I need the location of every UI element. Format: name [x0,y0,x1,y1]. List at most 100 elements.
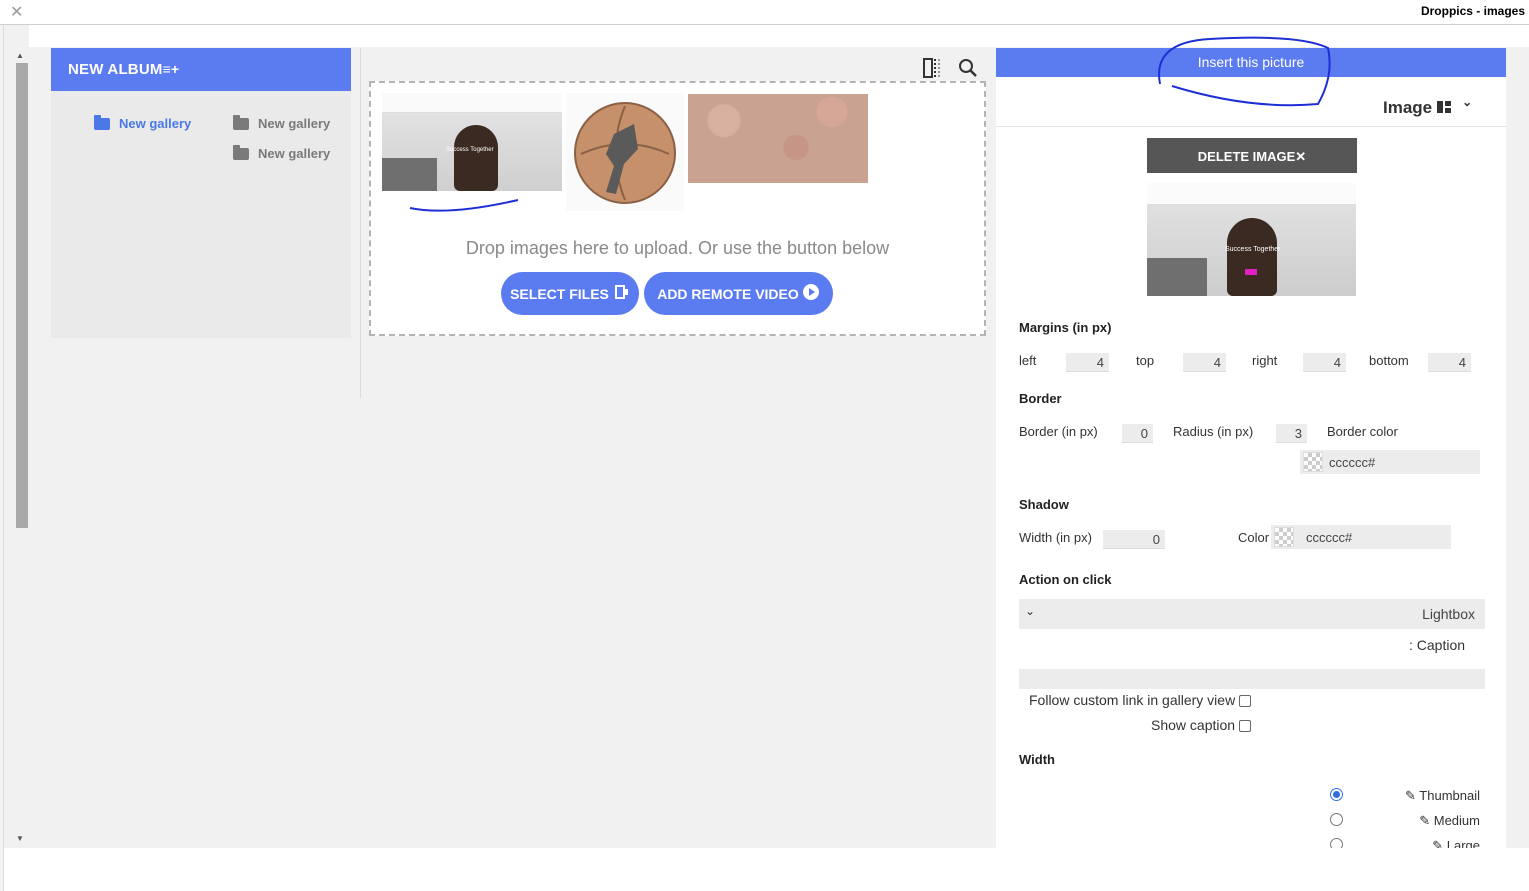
playlist-add-icon: ≡+ [162,61,180,77]
margin-top-label: top [1136,353,1155,368]
width-thumbnail-radio[interactable] [1330,788,1343,801]
pencil-icon[interactable]: ✎ [1405,788,1416,803]
border-width-label: Border (in px) [1019,424,1098,439]
preview-badge [1245,269,1257,275]
add-remote-video-button[interactable]: ADD REMOTE VIDEO [644,272,833,315]
folder-icon [94,114,110,130]
shadow-color-input[interactable]: cccccc# [1271,525,1451,549]
margin-left-label: left [1019,353,1037,368]
thumb-page-header [382,93,562,113]
shadow-width-input[interactable]: 0 [1103,530,1165,549]
border-color-input[interactable]: cccccc# [1300,450,1480,474]
select-files-label: SELECT FILES [510,285,609,302]
width-large-radio[interactable] [1330,838,1343,848]
scrollbar-thumb[interactable] [16,63,28,528]
preview-caption: Success Together [1225,246,1281,253]
color-swatch-icon[interactable] [1274,527,1294,547]
close-icon[interactable]: ✕ [10,2,23,22]
caption-input[interactable] [1019,669,1485,689]
delete-image-button[interactable]: DELETE IMAGE✕ [1147,138,1357,173]
follow-link-checkbox[interactable] [1239,695,1252,708]
new-album-label: NEW ALBUM [68,61,163,78]
width-option-label: Thumbnail [1419,788,1480,803]
preview-page-header [1147,183,1356,205]
folder-icon [233,144,249,160]
follow-link-label: Follow custom link in gallery view [1029,692,1236,708]
chevron-down-icon: ⌄ [1462,95,1473,109]
chevron-down-icon: ⌄ [1025,604,1036,618]
show-caption-label: Show caption [1151,717,1236,733]
border-radius-input[interactable]: 3 [1276,424,1307,443]
gallery-label: New gallery [258,146,331,161]
border-width-input[interactable]: 0 [1122,424,1153,443]
margins-title: Margins (in px) [1019,320,1112,335]
image-preview: Success Together [1147,183,1356,296]
search-icon[interactable] [957,57,979,84]
preview-person [1227,218,1277,296]
window-titlebar: ✕ Droppics - images [0,0,1529,25]
annotation-circle [1158,36,1331,107]
margin-top-input[interactable]: 4 [1183,353,1226,372]
border-title: Border [1019,391,1062,406]
image-section-header[interactable]: Image ⌄ [1383,95,1473,118]
pencil-icon[interactable]: ✎ [1432,838,1443,848]
image-header-label: Image [1383,98,1433,117]
split-view-icon[interactable] [922,57,944,84]
basketball-graphic [574,102,676,204]
close-icon: ✕ [1295,149,1307,164]
albums-panel [51,48,351,338]
margin-bottom-input[interactable]: 4 [1428,353,1471,372]
width-title: Width [1019,752,1055,767]
new-album-button[interactable]: NEW ALBUM≡+ [51,48,351,91]
width-large-option: ✎ Large [1380,838,1480,848]
shadow-color-label: Color [1238,530,1270,545]
show-caption-checkbox[interactable] [1239,720,1252,733]
width-option-label: Large [1446,838,1480,848]
color-swatch-icon[interactable] [1303,452,1323,472]
scroll-up-arrow[interactable]: ▲ [16,51,24,60]
gallery-label: New gallery [258,116,331,131]
action-selected-value: Lightbox [1422,606,1475,622]
gallery-item-active[interactable]: New gallery [94,114,192,131]
gallery-label: New gallery [119,116,192,131]
action-title: Action on click [1019,572,1112,587]
width-medium-option: ✎ Medium [1380,813,1480,829]
column-divider [360,48,361,398]
follow-link-row: Follow custom link in gallery view [1029,692,1252,708]
border-color-label: Border color [1327,424,1398,439]
border-color-value: cccccc# [1329,454,1376,470]
scroll-down-arrow[interactable]: ▼ [16,834,24,843]
width-option-label: Medium [1433,813,1480,828]
width-thumbnail-option: ✎ Thumbnail [1380,788,1480,804]
pencil-icon[interactable]: ✎ [1419,813,1430,828]
image-thumbnail-peanuts[interactable] [688,94,868,183]
image-thumbnail-woman[interactable]: Success Together [382,93,562,191]
delete-image-label: DELETE IMAGE [1197,149,1296,164]
preview-laptop [1147,258,1207,296]
border-radius-label: Radius (in px) [1173,424,1254,439]
thumb-laptop [382,158,437,191]
panel-divider [996,126,1506,127]
caption-label: : Caption [1409,637,1466,653]
action-select[interactable]: ⌄ Lightbox [1019,599,1485,629]
margin-right-input[interactable]: 4 [1303,353,1346,372]
gallery-item[interactable]: New gallery [233,144,331,161]
annotation-underline [409,199,519,212]
shadow-title: Shadow [1019,497,1069,512]
width-medium-radio[interactable] [1330,813,1343,826]
add-video-label: ADD REMOTE VIDEO [657,285,799,302]
gallery-item[interactable]: New gallery [233,114,331,131]
play-circle-icon [802,283,820,304]
margin-left-input[interactable]: 4 [1066,353,1109,372]
select-files-button[interactable]: SELECT FILES [501,272,639,315]
window-title: Droppics - images [1420,4,1525,18]
thumb-person [454,125,498,191]
bottom-area [4,848,1529,891]
margin-right-label: right [1252,353,1278,368]
gallery-layout-icon [1437,98,1452,118]
show-caption-row: Show caption [1151,717,1252,733]
dropzone-instruction: Drop images here to upload. Or use the b… [465,238,890,258]
thumb-caption: Success Together [446,147,494,153]
folder-icon [233,114,249,130]
shadow-color-value: cccccc# [1306,529,1353,545]
